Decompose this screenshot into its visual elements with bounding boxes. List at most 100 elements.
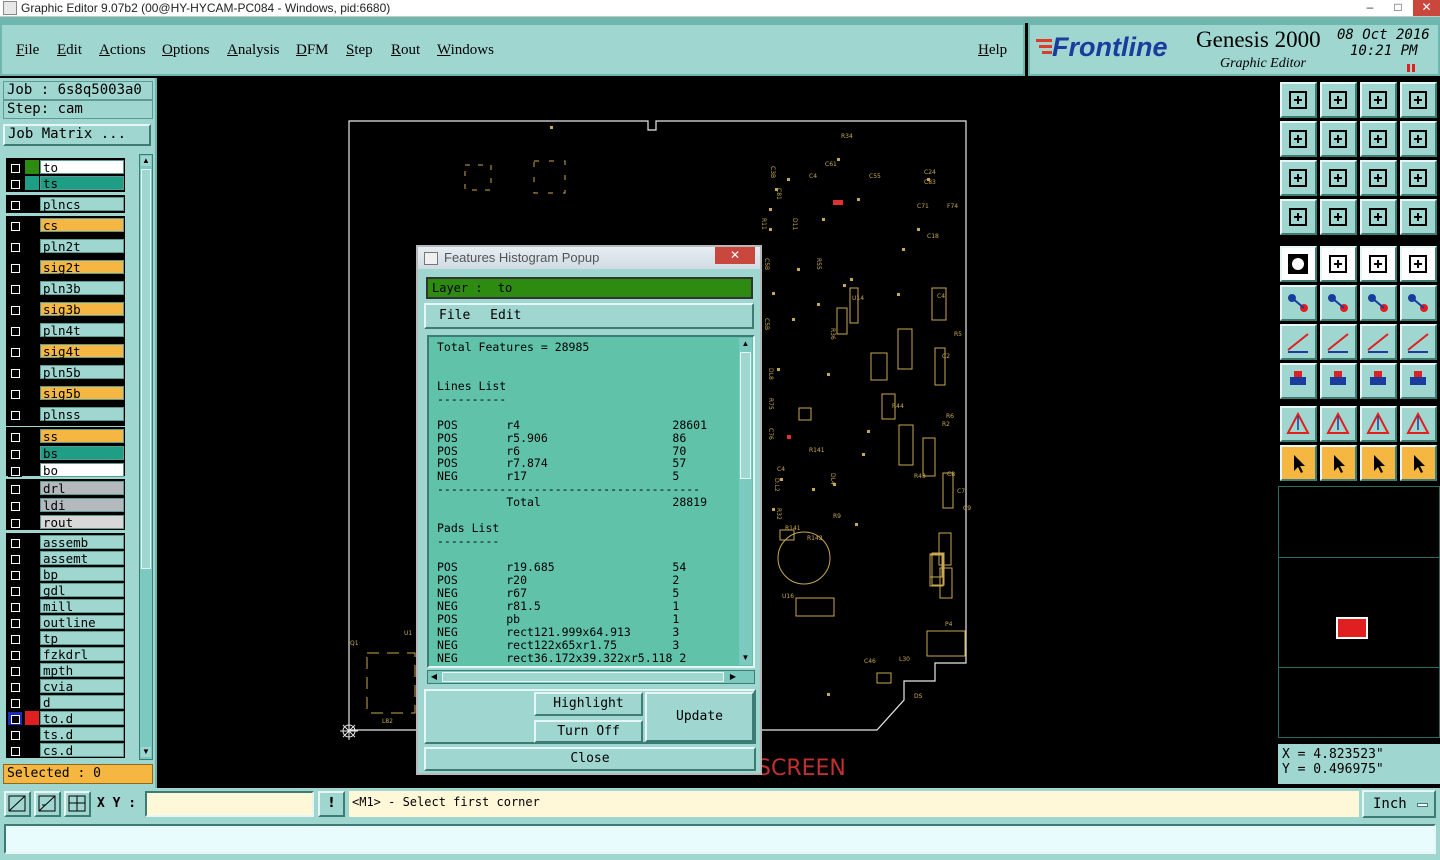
layer-name[interactable]: rout — [40, 515, 124, 530]
layer-checkbox[interactable] — [8, 219, 22, 232]
layer-row-pln5b[interactable]: pln5b — [7, 365, 124, 380]
angle-warn-icon[interactable] — [1280, 406, 1317, 442]
layer-checkbox[interactable] — [8, 499, 22, 512]
layer-row-tp[interactable]: tp — [7, 631, 124, 646]
layer-checkbox[interactable] — [8, 430, 22, 443]
layer-checkbox[interactable] — [8, 584, 22, 597]
highlight-button[interactable]: Highlight — [534, 692, 643, 716]
layer-name[interactable]: d — [40, 695, 124, 710]
layer-row-d[interactable]: d — [7, 695, 124, 710]
layer-row-fzkdrl[interactable]: fzkdrl — [7, 647, 124, 662]
draw-line-icon[interactable] — [1320, 324, 1357, 360]
layer-checkbox[interactable] — [8, 616, 22, 629]
layer-row-sig2t[interactable]: sig2t — [7, 260, 124, 275]
layer-row-ldi[interactable]: ldi — [7, 498, 124, 513]
split-icon[interactable] — [1400, 324, 1437, 360]
layer-row-plncs[interactable]: plncs — [7, 197, 124, 212]
layer-checkbox[interactable] — [8, 632, 22, 645]
layer-stack-alt-icon[interactable] — [1400, 199, 1437, 235]
line-add-icon[interactable] — [1320, 363, 1357, 399]
layer-name[interactable]: pln2t — [40, 239, 124, 254]
layer-name[interactable]: plncs — [40, 197, 124, 212]
menu-options[interactable]: Options — [162, 42, 210, 59]
layer-name[interactable]: sig5b — [40, 386, 124, 401]
menu-actions[interactable]: Actions — [99, 42, 146, 59]
polygon-icon[interactable] — [1320, 246, 1357, 282]
popup-close-x-button[interactable]: ✕ — [715, 247, 755, 264]
layer-row-ts[interactable]: ts — [7, 176, 124, 191]
layer-name[interactable]: assemt — [40, 551, 124, 566]
layer-checkbox[interactable] — [8, 324, 22, 337]
histogram-vscroll[interactable]: ▲ ▼ — [739, 338, 752, 665]
layer-row-cvia[interactable]: cvia — [7, 679, 124, 694]
layer-checkbox[interactable] — [8, 648, 22, 661]
layer-name[interactable]: pln5b — [40, 365, 124, 380]
layer-name[interactable]: tp — [40, 631, 124, 646]
layer-name[interactable]: assemb — [40, 535, 124, 550]
layer-checkbox[interactable] — [8, 177, 22, 190]
layer-checkbox[interactable] — [8, 552, 22, 565]
layer-checkbox[interactable] — [8, 516, 22, 529]
overview-map[interactable] — [1278, 486, 1440, 738]
grid-snap-icon[interactable] — [64, 791, 91, 817]
layer-name[interactable]: sig3b — [40, 302, 124, 317]
arc-icon[interactable] — [1360, 324, 1397, 360]
layer-row-to.d[interactable]: to.d — [7, 711, 124, 726]
layer-checkbox[interactable] — [8, 408, 22, 421]
layer-stack-icon[interactable] — [1360, 199, 1397, 235]
maximize-button[interactable]: □ — [1385, 0, 1411, 16]
view-rect[interactable] — [1336, 617, 1368, 639]
layer-checkbox[interactable] — [8, 447, 22, 460]
hscroll-thumb[interactable] — [442, 672, 724, 682]
layer-checkbox[interactable] — [8, 568, 22, 581]
layer-row-mill[interactable]: mill — [7, 599, 124, 614]
close-window-button[interactable]: ✕ — [1413, 0, 1440, 16]
fit-view-icon[interactable] — [1280, 160, 1317, 196]
layer-color-swatch[interactable] — [25, 711, 39, 725]
layer-checkbox[interactable] — [8, 261, 22, 274]
layer-checkbox[interactable] — [8, 282, 22, 295]
histo-scroll-down-icon[interactable]: ▼ — [740, 653, 751, 663]
layer-name[interactable]: pln4t — [40, 323, 124, 338]
scroll-thumb[interactable] — [141, 169, 151, 569]
layer-name[interactable]: cvia — [40, 679, 124, 694]
turn-off-button[interactable]: Turn Off — [534, 720, 643, 743]
scroll-up-arrow-icon[interactable]: ▲ — [141, 156, 151, 166]
layer-name[interactable]: cs.d — [40, 743, 124, 758]
layer-row-pln4t[interactable]: pln4t — [7, 323, 124, 338]
layer-checkbox[interactable] — [8, 728, 22, 741]
layer-row-bo[interactable]: bo — [7, 463, 124, 478]
layer-checkbox[interactable] — [8, 345, 22, 358]
layer-row-sig4t[interactable]: sig4t — [7, 344, 124, 359]
layer-name[interactable]: to — [40, 160, 124, 175]
layer-name[interactable]: sig2t — [40, 260, 124, 275]
layer-name[interactable]: pln3b — [40, 281, 124, 296]
layer-name[interactable]: cs — [40, 218, 124, 233]
layer-checkbox[interactable] — [8, 536, 22, 549]
angle-a-icon[interactable] — [1320, 406, 1357, 442]
layer-row-bp[interactable]: bp — [7, 567, 124, 582]
bus-icon[interactable] — [1360, 363, 1397, 399]
layer-name[interactable]: ts — [40, 176, 124, 191]
move-point-alt-icon[interactable] — [1400, 285, 1437, 321]
layer-checkbox[interactable] — [8, 366, 22, 379]
ruler-icon[interactable] — [1360, 246, 1397, 282]
connect-nodes-icon[interactable] — [1280, 285, 1317, 321]
mirror-icon[interactable] — [1360, 121, 1397, 157]
menu-file[interactable]: File — [16, 42, 39, 59]
menu-help[interactable]: Help — [978, 42, 1007, 59]
layer-name[interactable]: bp — [40, 567, 124, 582]
layer-checkbox[interactable] — [8, 744, 22, 757]
layer-scrollbar[interactable]: ▲ ▼ — [139, 154, 153, 760]
layer-name[interactable]: outline — [40, 615, 124, 630]
histo-scroll-up-icon[interactable]: ▲ — [740, 339, 751, 349]
layer-checkbox[interactable] — [8, 198, 22, 211]
zoom-window-icon[interactable] — [4, 791, 31, 817]
layer-row-mpth[interactable]: mpth — [7, 663, 124, 678]
pointer-icon[interactable] — [1280, 445, 1317, 481]
units-selector[interactable]: Inch — [1362, 790, 1436, 818]
layer-row-ss[interactable]: ss — [7, 429, 124, 444]
measure-icon[interactable] — [34, 791, 61, 817]
angle-b-icon[interactable] — [1360, 406, 1397, 442]
layer-row-outline[interactable]: outline — [7, 615, 124, 630]
